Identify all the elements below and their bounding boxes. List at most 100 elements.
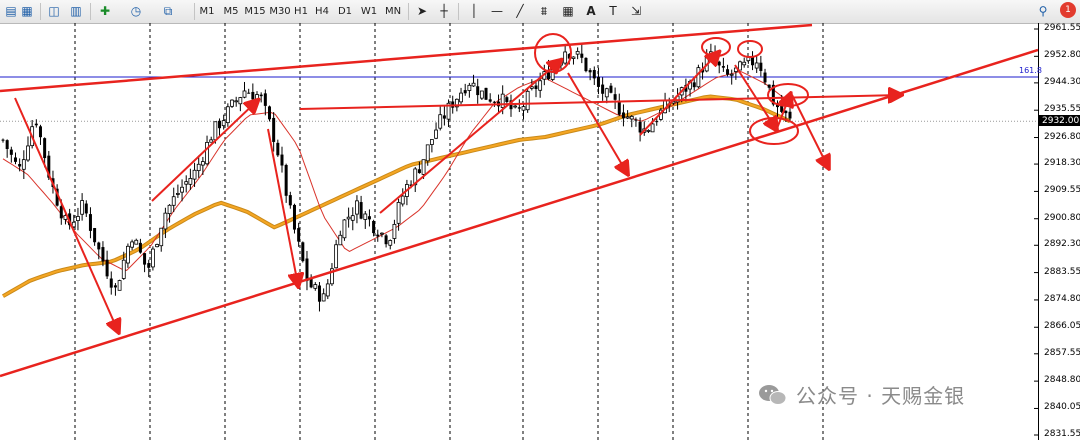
grid-icon[interactable]: ▦: [560, 3, 576, 19]
timeframe-m5[interactable]: M5: [222, 4, 240, 19]
price-tick-label: 2848.80: [1044, 375, 1080, 386]
candle-body: [459, 92, 463, 103]
timeframe-m15[interactable]: M15: [243, 4, 267, 19]
timeframe-mn[interactable]: MN: [383, 4, 403, 19]
indicators-icon[interactable]: ▥: [68, 3, 84, 19]
timeframe-h4[interactable]: H4: [314, 4, 330, 19]
fibonacci-icon[interactable]: ⩩: [536, 3, 552, 19]
chart-properties-icon[interactable]: ◫: [46, 3, 62, 19]
arrows-icon[interactable]: ⇲: [628, 3, 644, 19]
candle-body: [130, 241, 134, 248]
candle-body: [221, 120, 226, 127]
candle-body: [196, 163, 201, 172]
vline-icon[interactable]: │: [466, 3, 482, 19]
highlight-circle-peak-3: [737, 40, 763, 58]
candle-body: [126, 245, 130, 264]
candle-body: [34, 123, 38, 126]
ma-slow-line: [2, 95, 791, 298]
candle-body: [571, 56, 576, 59]
price-tick-label: 2944.30: [1044, 76, 1080, 87]
candle-body: [167, 204, 172, 215]
candle-body: [259, 94, 263, 97]
candle-body: [121, 259, 126, 279]
templates-icon[interactable]: ✚: [97, 3, 113, 19]
candle-body: [234, 100, 239, 103]
candle-body: [525, 90, 530, 111]
toolbar-separator: [90, 3, 91, 20]
candle-body: [171, 196, 176, 206]
candle-body: [26, 145, 30, 161]
candle-body: [80, 200, 85, 215]
price-chart[interactable]: [0, 23, 1038, 441]
timeframe-w1[interactable]: W1: [360, 4, 378, 19]
candle-body: [288, 195, 292, 206]
candle-body: [334, 244, 339, 269]
candle-body: [601, 84, 605, 94]
candle-body: [763, 72, 767, 83]
notification-badge[interactable]: 1: [1060, 2, 1076, 18]
candle-body: [376, 234, 380, 237]
candle-body: [13, 157, 17, 162]
candle-body: [621, 112, 625, 119]
candle-body: [218, 120, 222, 129]
candle-body: [438, 114, 443, 129]
new-chart-icon[interactable]: ▤: [3, 3, 19, 19]
swing-arrow-1: [14, 97, 118, 331]
candle-body: [346, 216, 351, 220]
search-icon[interactable]: ⚲: [1035, 3, 1051, 19]
candle-body: [417, 169, 421, 174]
candle-body: [242, 90, 247, 98]
wechat-icon: [759, 384, 787, 405]
candle-body: [580, 53, 584, 58]
candle-body: [479, 90, 484, 99]
candle-body: [363, 213, 368, 220]
highlight-circle-peak-2: [701, 37, 731, 57]
text-label-icon[interactable]: T: [605, 3, 621, 19]
candle-body: [604, 88, 609, 98]
timeframe-d1[interactable]: D1: [337, 4, 353, 19]
price-tick-label: 2857.55: [1044, 347, 1080, 358]
trendline-icon[interactable]: ╱: [512, 3, 528, 19]
crosshair-icon[interactable]: ┼: [436, 3, 452, 19]
candle-body: [476, 86, 480, 96]
candle-body: [342, 219, 347, 239]
profiles-icon[interactable]: ▦: [19, 3, 35, 19]
price-tick-label: 2883.55: [1044, 266, 1080, 277]
watermark: 公众号 · 天赐金银: [758, 380, 965, 409]
cursor-icon[interactable]: ➤: [414, 3, 430, 19]
candle-body: [1, 139, 5, 141]
candle-body: [575, 51, 580, 55]
swing-arrow-7: [734, 64, 776, 129]
timeframe-m1[interactable]: M1: [198, 4, 216, 19]
candle-body: [592, 69, 596, 79]
candle-body: [655, 121, 659, 123]
candle-body: [638, 121, 642, 133]
candle-body: [384, 235, 388, 245]
candle-body: [338, 234, 343, 246]
candle-body: [309, 278, 313, 288]
timeframe-m30[interactable]: M30: [268, 4, 292, 19]
price-tick-label: 2900.80: [1044, 212, 1080, 223]
candle-body: [276, 142, 280, 156]
text-icon[interactable]: A: [583, 3, 599, 19]
clock-icon[interactable]: ◷: [128, 3, 144, 19]
candle-body: [180, 186, 184, 193]
candle-body: [101, 247, 105, 262]
candle-body: [584, 57, 588, 72]
candle-body: [301, 242, 305, 262]
candle-body: [93, 228, 97, 243]
candle-body: [617, 101, 621, 115]
candle-body: [367, 216, 371, 220]
annotations: [0, 23, 1038, 378]
candle-body: [650, 123, 655, 133]
candle-body: [188, 178, 193, 185]
candle-body: [225, 106, 230, 124]
hline-icon[interactable]: —: [489, 3, 505, 19]
candle-body: [247, 92, 251, 94]
chart-properties-icon[interactable]: ⧉: [160, 3, 176, 19]
candle-body: [534, 85, 538, 90]
candle-body: [517, 107, 521, 109]
timeframe-h1[interactable]: H1: [293, 4, 309, 19]
price-tick-label: 2866.05: [1044, 321, 1080, 332]
candle-body: [484, 87, 488, 100]
